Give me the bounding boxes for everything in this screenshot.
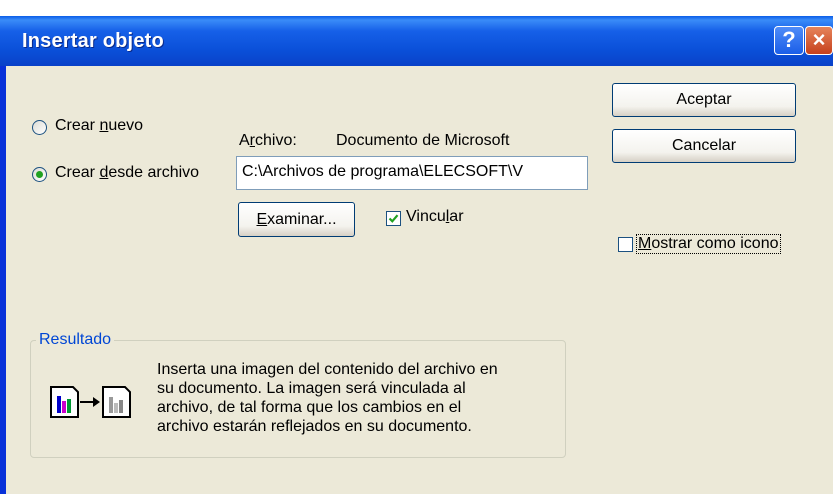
result-illustration: [50, 386, 131, 418]
result-description: Inserta una imagen del contenido del arc…: [157, 360, 557, 436]
result-line: archivo estarán reflejados en su documen…: [157, 418, 472, 435]
create-new-radio[interactable]: [32, 120, 47, 135]
show-as-icon-checkbox[interactable]: [618, 237, 633, 252]
file-type-text: Documento de Microsoft: [336, 132, 510, 149]
show-as-icon-label[interactable]: Mostrar como icono: [636, 234, 781, 254]
result-line: su documento. La imagen será vinculada a…: [157, 380, 466, 397]
link-checkbox[interactable]: [386, 211, 401, 226]
link-label[interactable]: Vincular: [406, 208, 464, 226]
ok-button[interactable]: Aceptar: [612, 83, 796, 117]
create-from-file-radio[interactable]: [32, 167, 47, 182]
file-path-input[interactable]: C:\Archivos de programa\ELECSOFT\V: [236, 156, 588, 190]
close-icon: ×: [812, 27, 826, 52]
radio-selected-dot: [36, 171, 43, 178]
file-label: Archivo:: [239, 132, 297, 149]
close-button[interactable]: ×: [805, 26, 833, 55]
window-title: Insertar objeto: [22, 30, 164, 52]
create-new-label[interactable]: Crear nuevo: [55, 117, 143, 135]
document-chart-gray-icon: [102, 386, 131, 418]
document-chart-icon: [50, 386, 79, 418]
create-from-file-label[interactable]: Crear desde archivo: [55, 164, 199, 182]
result-line: archivo, de tal forma que los cambios en…: [157, 399, 462, 416]
result-line: Inserta una imagen del contenido del arc…: [157, 361, 498, 378]
window-frame: [0, 16, 6, 494]
help-button[interactable]: ?: [774, 26, 804, 55]
cancel-button[interactable]: Cancelar: [612, 129, 796, 163]
result-group-title: Resultado: [36, 331, 115, 349]
help-icon: ?: [782, 27, 796, 52]
checkmark-icon: [388, 214, 399, 223]
browse-button[interactable]: Examinar...: [238, 202, 355, 237]
arrow-right-icon: [80, 397, 100, 407]
